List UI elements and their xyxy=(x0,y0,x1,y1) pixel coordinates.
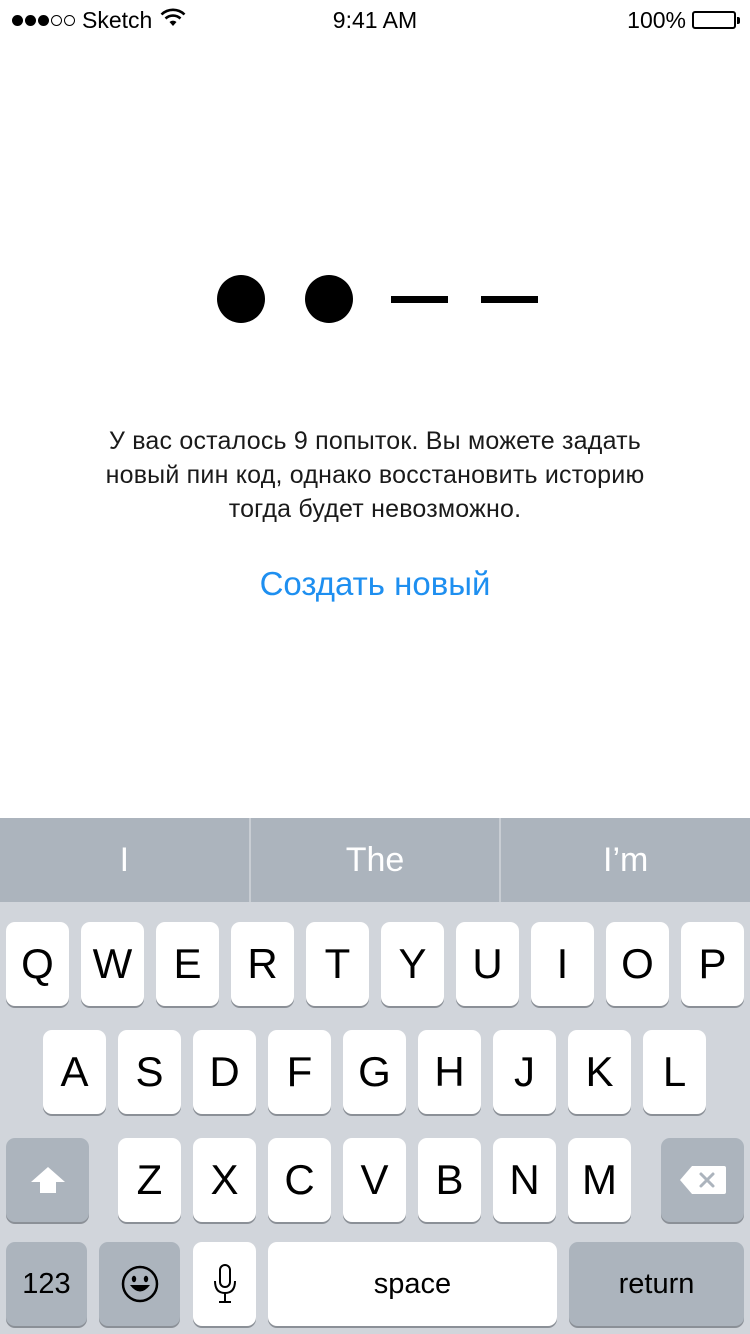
key-t[interactable]: T xyxy=(306,922,369,1006)
key-l[interactable]: L xyxy=(643,1030,706,1114)
emoji-icon xyxy=(121,1265,158,1303)
attempts-message: У вас осталось 9 попыток. Вы можете зада… xyxy=(105,427,645,523)
key-i[interactable]: I xyxy=(531,922,594,1006)
pin-digit-filled xyxy=(217,275,265,323)
shift-arrow-icon xyxy=(30,1167,65,1193)
key-j[interactable]: J xyxy=(493,1030,556,1114)
battery-icon xyxy=(692,11,740,29)
delete-key[interactable] xyxy=(661,1138,744,1222)
pin-digit-empty xyxy=(391,296,448,303)
emoji-key[interactable] xyxy=(99,1242,180,1326)
key-y[interactable]: Y xyxy=(381,922,444,1006)
suggestion-item[interactable]: The xyxy=(251,818,500,902)
suggestion-bar: I The I’m xyxy=(0,818,750,902)
pin-digit-filled xyxy=(305,275,353,323)
key-c[interactable]: C xyxy=(268,1138,331,1222)
key-g[interactable]: G xyxy=(343,1030,406,1114)
key-z[interactable]: Z xyxy=(118,1138,181,1222)
status-bar-right: 100% xyxy=(627,6,740,34)
key-a[interactable]: A xyxy=(43,1030,106,1114)
key-f[interactable]: F xyxy=(268,1030,331,1114)
key-x[interactable]: X xyxy=(193,1138,256,1222)
key-p[interactable]: P xyxy=(681,922,744,1006)
key-n[interactable]: N xyxy=(493,1138,556,1222)
suggestion-item[interactable]: I’m xyxy=(501,818,750,902)
key-m[interactable]: M xyxy=(568,1138,631,1222)
shift-key[interactable] xyxy=(6,1138,89,1222)
create-new-pin-link[interactable]: Создать новый xyxy=(0,562,750,606)
battery-percent: 100% xyxy=(627,6,686,33)
key-h[interactable]: H xyxy=(418,1030,481,1114)
key-r[interactable]: R xyxy=(231,922,294,1006)
backspace-icon xyxy=(679,1166,726,1194)
key-w[interactable]: W xyxy=(81,922,144,1006)
keyboard: I The I’m Q W E R T Y U I O P A S D F G … xyxy=(0,818,750,1334)
key-u[interactable]: U xyxy=(456,922,519,1006)
key-o[interactable]: O xyxy=(606,922,669,1006)
status-bar: Sketch 9:41 AM 100% xyxy=(0,0,750,40)
return-key[interactable]: return xyxy=(569,1242,744,1326)
key-e[interactable]: E xyxy=(156,922,219,1006)
key-q[interactable]: Q xyxy=(6,922,69,1006)
numbers-key[interactable]: 123 xyxy=(6,1242,87,1326)
key-k[interactable]: K xyxy=(568,1030,631,1114)
key-d[interactable]: D xyxy=(193,1030,256,1114)
pin-digit-empty xyxy=(481,296,538,303)
pin-indicator xyxy=(0,275,750,323)
key-s[interactable]: S xyxy=(118,1030,181,1114)
key-v[interactable]: V xyxy=(343,1138,406,1222)
space-key[interactable]: space xyxy=(268,1242,557,1326)
suggestion-item[interactable]: I xyxy=(0,818,249,902)
key-b[interactable]: B xyxy=(418,1138,481,1222)
microphone-key[interactable] xyxy=(193,1242,256,1326)
microphone-icon xyxy=(213,1264,236,1303)
